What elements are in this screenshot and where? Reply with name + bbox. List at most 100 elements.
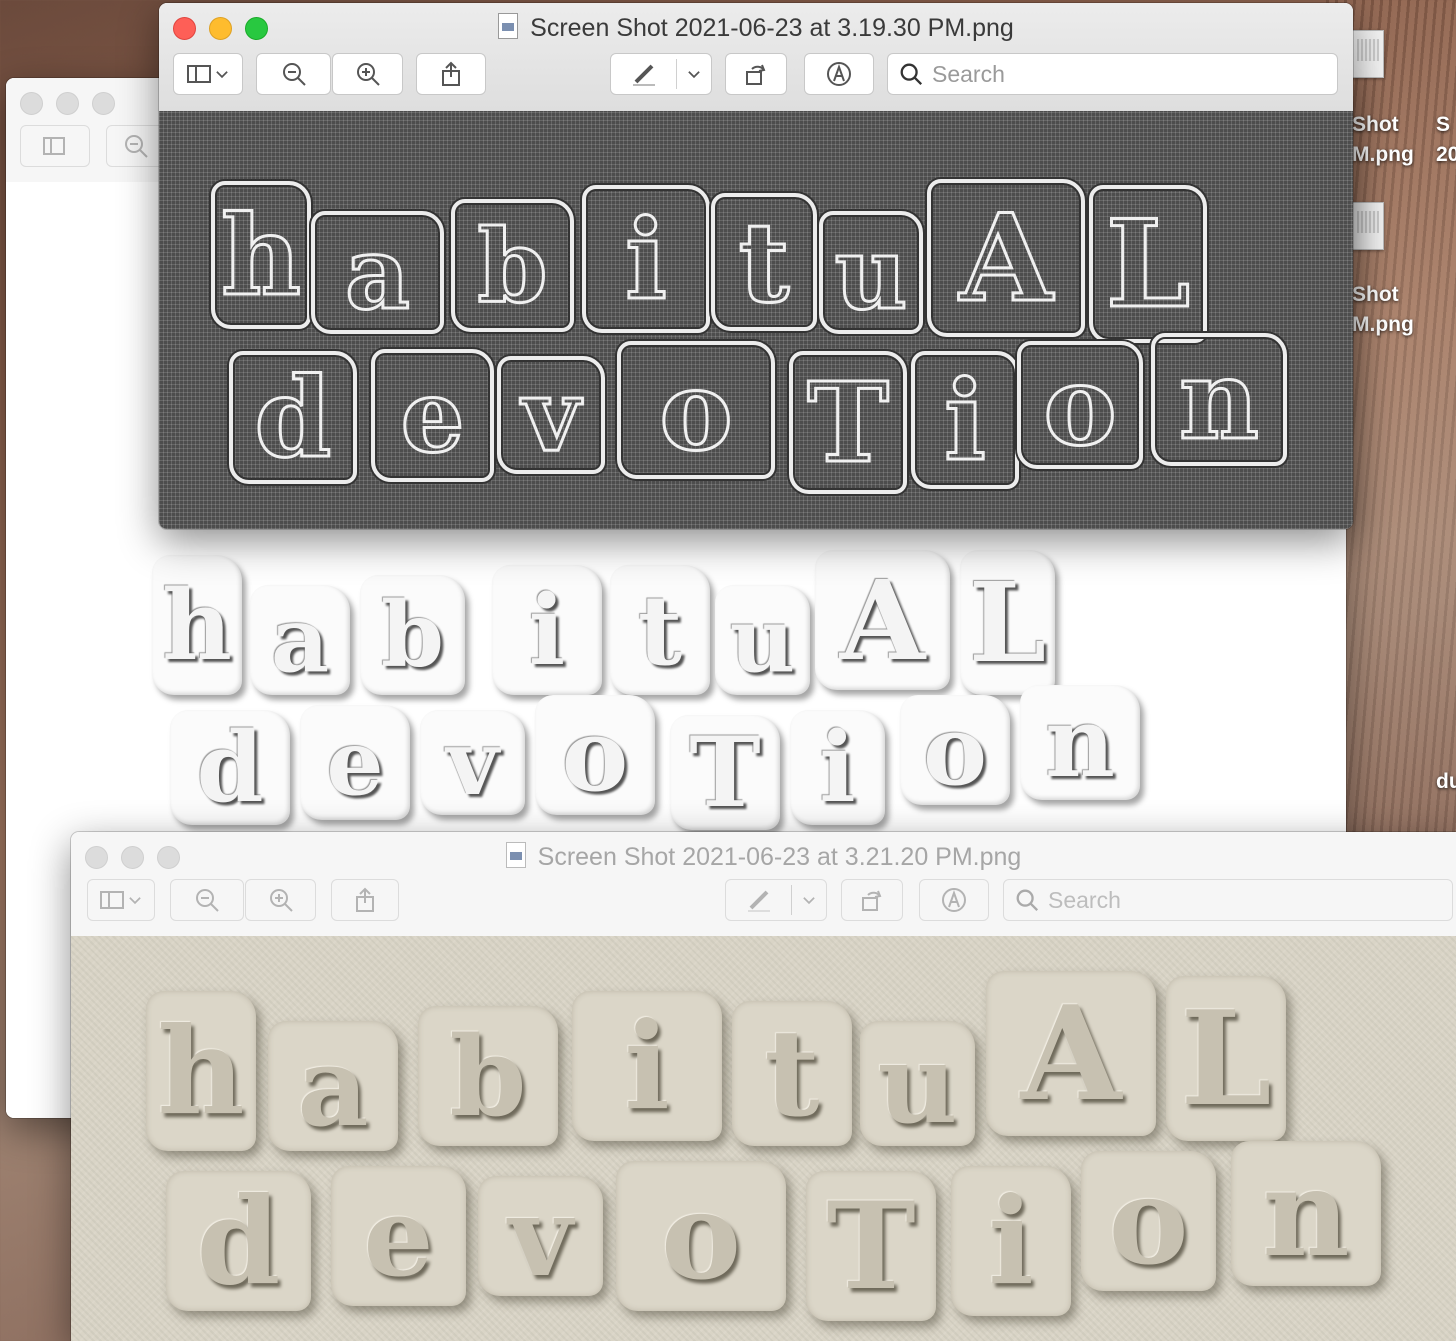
letter-tile: T xyxy=(670,715,780,830)
search-placeholder: Search xyxy=(932,60,1005,87)
artwork-embossed-sand: h a b i t u A L d e v o T i o n xyxy=(136,971,1396,1331)
chevron-down-icon xyxy=(803,897,815,905)
markup-toolbar-button[interactable] xyxy=(725,879,827,921)
letter-tile: b xyxy=(418,1006,558,1146)
letter-tile: i xyxy=(951,1166,1071,1316)
letter-tile: n xyxy=(1151,333,1287,466)
letter-tile: T xyxy=(789,351,907,494)
annotate-button[interactable] xyxy=(804,53,874,95)
annotate-button[interactable] xyxy=(919,879,989,921)
letter-tile: t xyxy=(732,1001,852,1146)
letter-tile: e xyxy=(300,705,410,820)
letter-tile: n xyxy=(1231,1141,1381,1286)
annotate-icon xyxy=(827,62,851,86)
desktop-file-label[interactable]: S 20 xyxy=(1436,110,1456,170)
zoom-in-button[interactable] xyxy=(245,879,316,921)
letter-tile: b xyxy=(451,199,574,332)
desktop-file-label[interactable]: Shot M.png xyxy=(1352,280,1414,340)
letter-tile: A xyxy=(815,550,950,690)
window-title: Screen Shot 2021-06-23 at 3.19.30 PM.png xyxy=(159,13,1353,43)
share-icon xyxy=(356,887,374,912)
letter-tile: u xyxy=(860,1019,975,1148)
document-canvas: h a b i t u A L d e v o T i o n xyxy=(71,936,1456,1341)
search-placeholder: Search xyxy=(1048,886,1121,913)
markup-pen-button[interactable] xyxy=(726,886,791,914)
markup-menu-button[interactable] xyxy=(677,66,711,82)
preview-window-bottom[interactable]: Screen Shot 2021-06-23 at 3.21.20 PM.png xyxy=(71,832,1456,1341)
zoom-out-button[interactable] xyxy=(106,125,166,167)
markup-pen-button[interactable] xyxy=(611,60,676,88)
minimize-button[interactable] xyxy=(56,92,79,115)
sidebar-icon xyxy=(187,65,211,83)
letter-tile: o xyxy=(535,695,655,815)
letter-tile: o xyxy=(617,341,775,479)
preview-window-front[interactable]: Screen Shot 2021-06-23 at 3.19.30 PM.png xyxy=(159,3,1353,529)
letter-tile: i xyxy=(790,710,885,825)
letter-tile: e xyxy=(331,1166,466,1306)
letter-tile: L xyxy=(1089,185,1207,343)
letter-tile: i xyxy=(911,351,1019,489)
letter-tile: u xyxy=(715,585,810,695)
artwork-outlined-dark: h a b i t u A L d e v o T i o n xyxy=(199,171,1299,501)
letter-tile: e xyxy=(371,349,494,482)
search-icon xyxy=(900,63,923,86)
desktop-file-thumbnail[interactable] xyxy=(1352,202,1384,250)
letter-tile: t xyxy=(711,193,817,331)
letter-tile: i xyxy=(582,185,710,333)
zoom-in-icon xyxy=(269,889,293,912)
sidebar-toggle-button[interactable] xyxy=(20,125,90,167)
zoom-out-icon xyxy=(196,889,219,912)
markup-pen-icon xyxy=(747,890,770,912)
sidebar-icon xyxy=(43,137,65,155)
zoom-out-button[interactable] xyxy=(256,53,331,95)
letter-tile: T xyxy=(806,1171,936,1321)
letter-tile: v xyxy=(478,1172,603,1301)
letter-tile: v xyxy=(497,355,605,476)
search-field[interactable]: Search xyxy=(887,53,1338,95)
sidebar-toggle-button[interactable] xyxy=(173,53,243,95)
rotate-icon xyxy=(746,64,766,85)
letter-tile: o xyxy=(1017,339,1143,471)
artwork-embossed-white: h a b i t u A L d e v o T i o n xyxy=(140,545,1150,835)
zoom-out-icon xyxy=(282,63,306,86)
document-canvas: h a b i t u A L d e v o T i o n xyxy=(159,111,1353,529)
letter-tile: d xyxy=(170,710,290,825)
markup-pen-icon xyxy=(632,64,655,86)
letter-tile: d xyxy=(166,1171,311,1312)
share-button[interactable] xyxy=(416,53,486,95)
desktop-file-label[interactable]: Shot M.png xyxy=(1352,110,1414,170)
document-icon xyxy=(505,842,526,868)
share-icon xyxy=(442,61,460,86)
letter-tile: t xyxy=(610,565,710,695)
desktop-file-thumbnail[interactable] xyxy=(1352,30,1384,78)
letter-tile: A xyxy=(986,971,1156,1136)
letter-tile: o xyxy=(1081,1151,1216,1292)
desktop-file-label[interactable]: du xyxy=(1436,770,1456,794)
letter-tile: L xyxy=(960,550,1055,695)
window-toolbar: Screen Shot 2021-06-23 at 3.21.20 PM.png xyxy=(71,832,1456,937)
chevron-down-icon xyxy=(688,71,700,79)
chevron-down-icon xyxy=(129,897,141,905)
letter-tile: u xyxy=(819,211,923,334)
markup-toolbar-button[interactable] xyxy=(610,53,712,95)
zoom-button[interactable] xyxy=(92,92,115,115)
markup-menu-button[interactable] xyxy=(792,892,826,908)
share-button[interactable] xyxy=(331,879,399,921)
zoom-in-icon xyxy=(356,63,380,86)
chevron-down-icon xyxy=(216,71,228,79)
close-button[interactable] xyxy=(20,92,43,115)
letter-tile: i xyxy=(572,991,722,1141)
document-icon xyxy=(498,13,519,39)
window-controls xyxy=(20,92,115,115)
sidebar-toggle-button[interactable] xyxy=(87,879,155,921)
letter-tile: a xyxy=(268,1021,398,1151)
rotate-button[interactable] xyxy=(841,879,903,921)
window-title: Screen Shot 2021-06-23 at 3.21.20 PM.png xyxy=(71,842,1456,872)
search-field[interactable]: Search xyxy=(1003,879,1453,921)
zoom-in-button[interactable] xyxy=(332,53,403,95)
rotate-button[interactable] xyxy=(725,53,787,95)
zoom-out-button[interactable] xyxy=(170,879,244,921)
letter-tile: h xyxy=(152,555,242,695)
letter-tile: a xyxy=(250,585,350,695)
annotate-icon xyxy=(942,888,966,912)
